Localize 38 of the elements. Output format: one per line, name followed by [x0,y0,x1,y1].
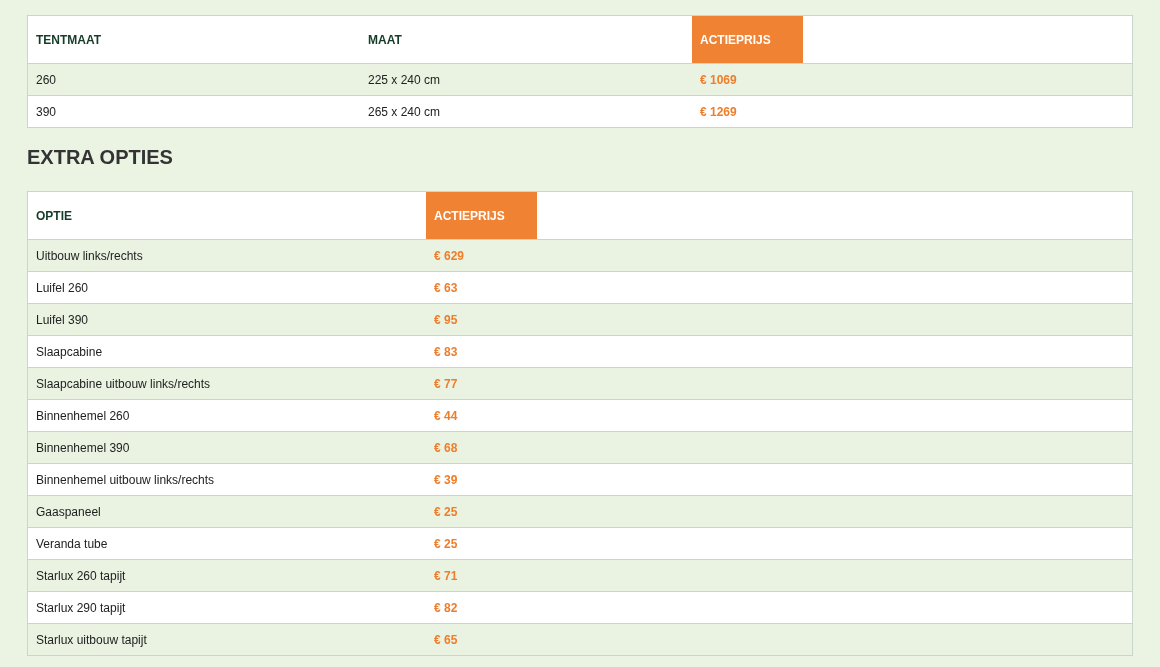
table-cell-text: Slaapcabine [35,343,104,361]
table-cell-text: Luifel 260 [35,279,90,297]
column-header: MAAT [367,31,403,49]
table-cell-text: € 39 [433,471,459,489]
table-cell-text: € 1069 [699,71,738,89]
table-cell-text: € 63 [433,279,459,297]
table-cell-text: 225 x 240 cm [367,71,442,89]
table-cell-text: € 25 [433,503,459,521]
table-cell-text: € 83 [433,343,459,361]
table-cell-text: 390 [35,103,58,121]
column-header: ACTIEPRIJS [692,16,803,63]
table-cell-text: Starlux 290 tapijt [35,599,127,617]
section-title: EXTRA OPTIES [27,146,174,169]
table-cell-text: € 71 [433,567,459,585]
table-cell-text: Slaapcabine uitbouw links/rechts [35,375,212,393]
column-header: OPTIE [35,207,73,225]
column-header: ACTIEPRIJS [426,192,537,239]
table-cell-text: € 77 [433,375,459,393]
table-cell-text: Binnenhemel 390 [35,439,131,457]
column-header: TENTMAAT [35,31,103,49]
table-cell-text: € 1269 [699,103,738,121]
table-cell-text: € 25 [433,535,459,553]
table-cell-text: € 629 [433,247,466,265]
table-cell-text: Binnenhemel uitbouw links/rechts [35,471,216,489]
table-cell-text: Starlux 260 tapijt [35,567,127,585]
table-cell-text: 265 x 240 cm [367,103,442,121]
table-cell-text: € 44 [433,407,459,425]
table-cell-text: 260 [35,71,58,89]
table-cell-text: Uitbouw links/rechts [35,247,144,265]
table-cell-text: Luifel 390 [35,311,90,329]
table-cell-text: Binnenhemel 260 [35,407,131,425]
table-cell-text: € 82 [433,599,459,617]
table-cell-text: Veranda tube [35,535,109,553]
table-cell-text: € 95 [433,311,459,329]
table-cell-text: € 68 [433,439,459,457]
table-cell-text: Starlux uitbouw tapijt [35,631,148,649]
table-cell-text: Gaaspaneel [35,503,102,521]
table-cell-text: € 65 [433,631,459,649]
